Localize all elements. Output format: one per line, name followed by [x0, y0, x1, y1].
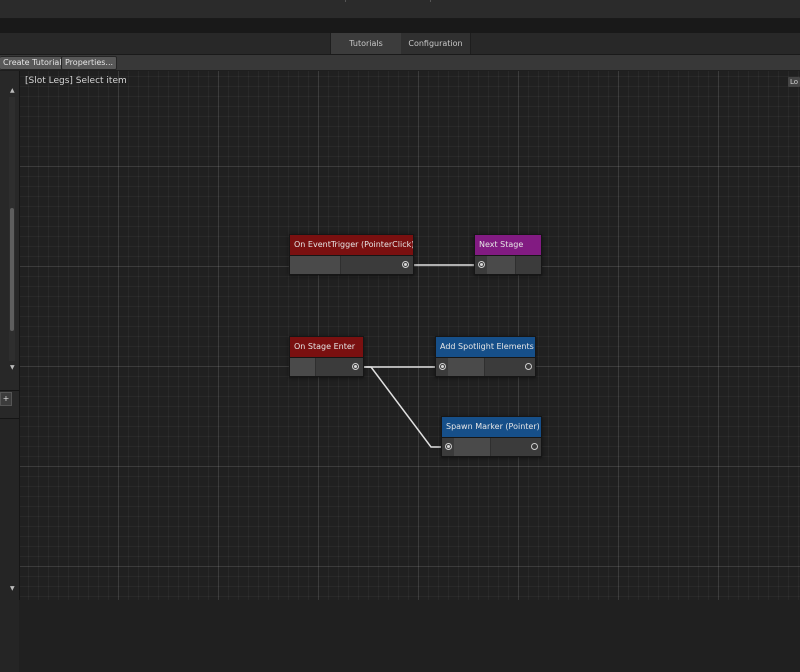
corner-label-button[interactable]: Lo: [788, 77, 800, 87]
node-field[interactable]: [290, 358, 316, 376]
tab-tutorials[interactable]: Tutorials: [330, 33, 402, 54]
sidebar-lower-panel: [0, 418, 19, 672]
node-field[interactable]: [290, 256, 341, 274]
node-field[interactable]: [487, 256, 516, 274]
input-port-icon[interactable]: [478, 261, 485, 268]
node-on-stage-enter[interactable]: On Stage Enter: [289, 336, 364, 377]
node-title: Add Spotlight Elements: [436, 337, 535, 357]
tab-bar: Tutorials Configuration: [0, 33, 800, 55]
node-on-event-trigger[interactable]: On EventTrigger (PointerClick): [289, 234, 414, 275]
node-body: [442, 437, 541, 456]
output-port-icon[interactable]: [531, 443, 538, 450]
title-bar-marker: [345, 0, 346, 2]
node-body: [290, 357, 363, 376]
output-port-icon[interactable]: [352, 363, 359, 370]
create-tutorial-button[interactable]: Create Tutorial: [0, 56, 66, 70]
input-port-icon[interactable]: [439, 363, 446, 370]
title-bar-marker: [430, 0, 431, 2]
canvas-title: [Slot Legs] Select item: [25, 76, 127, 86]
node-next-stage[interactable]: Next Stage: [474, 234, 542, 275]
window-title-bar: [0, 0, 800, 19]
node-spawn-marker[interactable]: Spawn Marker (Pointer): [441, 416, 542, 457]
node-body: [475, 255, 541, 274]
add-icon[interactable]: +: [0, 392, 12, 406]
output-port-icon[interactable]: [525, 363, 532, 370]
node-add-spotlight-elements[interactable]: Add Spotlight Elements: [435, 336, 536, 377]
sidebar-scrollbar-thumb[interactable]: [10, 208, 14, 331]
node-body: [436, 357, 535, 376]
input-port-icon[interactable]: [445, 443, 452, 450]
connection-wires: [363, 264, 477, 448]
sidebar-divider: [0, 390, 19, 391]
scroll-down-arrow-icon[interactable]: ▼: [10, 364, 15, 371]
output-port-icon[interactable]: [402, 261, 409, 268]
properties-button[interactable]: Properties...: [61, 56, 118, 70]
wire-stage-enter-to-spawn-marker: [363, 366, 441, 448]
sidebar-panel: ▲ ▼ + ▼: [0, 71, 20, 672]
node-title: Spawn Marker (Pointer): [442, 417, 541, 437]
node-title: On EventTrigger (PointerClick): [290, 235, 413, 255]
node-field[interactable]: [454, 438, 491, 456]
node-title: Next Stage: [475, 235, 541, 255]
scroll-down-arrow-icon[interactable]: ▼: [10, 585, 15, 592]
node-body: [290, 255, 413, 274]
header-band: [0, 19, 800, 33]
graph-canvas[interactable]: [Slot Legs] Select item Lo On EventTrigg…: [20, 71, 800, 600]
node-field[interactable]: [448, 358, 485, 376]
scroll-up-arrow-icon[interactable]: ▲: [10, 87, 15, 94]
node-title: On Stage Enter: [290, 337, 363, 357]
tab-configuration[interactable]: Configuration: [401, 33, 471, 54]
toolbar: Create Tutorial Properties...: [0, 55, 800, 71]
